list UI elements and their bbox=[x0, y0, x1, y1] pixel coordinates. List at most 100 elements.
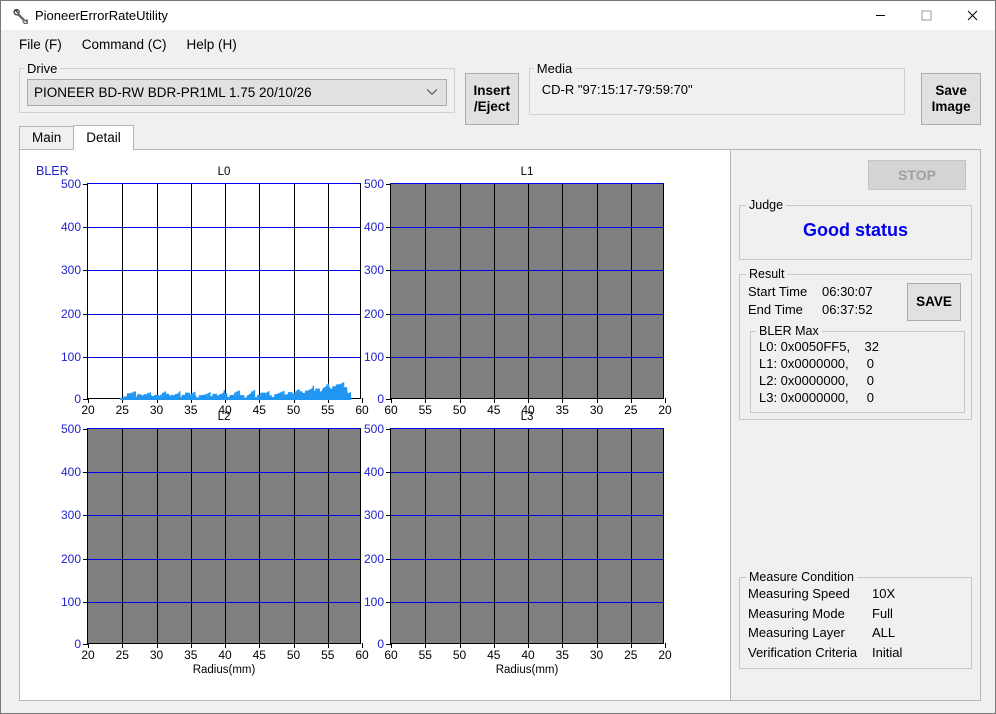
top-toolbar: Drive PIONEER BD-RW BDR-PR1ML 1.75 20/10… bbox=[1, 57, 995, 125]
bler-max-row-l1: L1: 0x0000000, 0 bbox=[759, 356, 874, 372]
y-tick-label: 300 bbox=[363, 263, 384, 278]
tab-main[interactable]: Main bbox=[19, 126, 75, 149]
x-tick-label: 20 bbox=[81, 648, 95, 662]
chart-l3: L3 0 100 200 300 400 500 60 55 50 45 40 35 30 25 20 Radi… bbox=[364, 411, 672, 676]
measuring-layer-row: Measuring Layer ALL bbox=[740, 623, 971, 643]
result-body: Start Time 06:30:07 End Time 06:37:52 SA… bbox=[740, 281, 971, 414]
y-tick-label: 100 bbox=[363, 349, 384, 364]
y-tick-mark bbox=[386, 515, 391, 517]
measuring-layer-label: Measuring Layer bbox=[748, 625, 845, 640]
x-tick-label: 55 bbox=[321, 648, 335, 662]
y-tick-mark bbox=[386, 558, 391, 560]
x-tick-mark bbox=[293, 643, 295, 648]
x-tick-mark bbox=[88, 643, 89, 648]
minimize-button[interactable] bbox=[857, 1, 903, 31]
x-tick-label: 40 bbox=[218, 648, 232, 662]
chart-l0: L0 0 100 200 300 400 500 20 25 30 35 40 45 50 55 60 bbox=[61, 166, 369, 417]
menu-help[interactable]: Help (H) bbox=[179, 34, 249, 55]
x-tick-mark bbox=[459, 398, 461, 403]
measuring-mode-row: Measuring Mode Full bbox=[740, 604, 971, 624]
judge-status: Good status bbox=[802, 220, 908, 240]
close-icon bbox=[967, 10, 977, 21]
gridline-h bbox=[391, 227, 663, 229]
series-l0 bbox=[119, 382, 352, 400]
gridline-v bbox=[425, 184, 427, 398]
y-tick-label: 200 bbox=[60, 306, 81, 321]
chart-title-l0: L0 bbox=[217, 166, 231, 178]
plot-area-l1: 0 100 200 300 400 500 60 55 50 45 40 35 30 25 20 bbox=[364, 177, 672, 417]
plot-area-l3: 0 100 200 300 400 500 60 55 50 45 40 35 30 25 20 bbox=[364, 422, 672, 662]
x-tick-label: 50 bbox=[286, 648, 301, 662]
y-tick-mark bbox=[83, 515, 88, 517]
y-tick-label: 400 bbox=[60, 465, 81, 480]
x-tick-mark bbox=[425, 398, 427, 403]
x-tick-mark bbox=[562, 643, 564, 648]
right-pane: STOP Judge Good status Result Start Time… bbox=[730, 150, 980, 700]
x-tick-label: 20 bbox=[658, 648, 672, 662]
x-tick-mark bbox=[665, 643, 666, 648]
x-tick-label: 60 bbox=[355, 648, 369, 662]
chart-title-l1: L1 bbox=[520, 166, 534, 178]
x-tick-mark bbox=[122, 643, 124, 648]
x-tick-mark bbox=[596, 398, 598, 403]
drive-select[interactable]: PIONEER BD-RW BDR-PR1ML 1.75 20/10/26 bbox=[27, 79, 447, 106]
save-button[interactable]: SAVE bbox=[907, 283, 961, 321]
end-time-label: End Time bbox=[748, 301, 803, 317]
y-tick-label: 300 bbox=[363, 508, 384, 523]
bler-axis-title: BLER bbox=[36, 164, 69, 178]
measuring-speed-row: Measuring Speed 10X bbox=[740, 584, 971, 604]
gridline-v bbox=[630, 429, 632, 643]
y-tick-label: 200 bbox=[363, 306, 384, 321]
gridline-v bbox=[459, 429, 461, 643]
gridline-v bbox=[225, 429, 226, 643]
gridline-v bbox=[493, 184, 495, 398]
measure-condition-group: Measure Condition Measuring Speed 10X Me… bbox=[739, 570, 972, 669]
y-tick-mark bbox=[83, 429, 88, 430]
gridline-h bbox=[88, 601, 360, 603]
y-tick-mark bbox=[83, 472, 88, 474]
measuring-mode-label: Measuring Mode bbox=[748, 605, 845, 621]
measure-condition-legend: Measure Condition bbox=[749, 570, 854, 584]
x-tick-mark bbox=[665, 398, 666, 403]
y-tick-label: 0 bbox=[377, 392, 384, 406]
x-tick-mark bbox=[493, 643, 495, 648]
menu-bar: File (F) Command (C) Help (H) bbox=[1, 31, 995, 57]
bler-max-legend: BLER Max bbox=[759, 324, 819, 339]
bler-max-group: BLER Max L0: 0x0050FF5, 32 L1: 0x0000000… bbox=[750, 324, 965, 414]
x-tick-mark bbox=[528, 398, 529, 403]
close-button[interactable] bbox=[949, 1, 995, 31]
maximize-button[interactable] bbox=[903, 1, 949, 31]
bler-max-row-l3: L3: 0x0000000, 0 bbox=[759, 390, 874, 406]
tab-detail[interactable]: Detail bbox=[73, 125, 134, 150]
stop-button[interactable]: STOP bbox=[868, 160, 966, 190]
x-tick-mark bbox=[528, 643, 529, 648]
x-tick-label: 55 bbox=[418, 648, 432, 662]
menu-command[interactable]: Command (C) bbox=[74, 34, 179, 55]
x-tick-mark bbox=[562, 398, 564, 403]
gridline-h bbox=[391, 472, 663, 474]
window-title: PioneerErrorRateUtility bbox=[35, 8, 168, 23]
gridline-h bbox=[391, 313, 663, 315]
y-tick-mark bbox=[386, 429, 391, 430]
save-image-line1: Save bbox=[935, 83, 967, 99]
y-tick-label: 200 bbox=[60, 551, 81, 566]
save-button-label: SAVE bbox=[916, 294, 952, 310]
y-tick-label: 100 bbox=[60, 594, 81, 609]
y-tick-label: 0 bbox=[74, 637, 81, 651]
x-tick-label: 45 bbox=[252, 648, 266, 662]
insert-eject-button[interactable]: Insert /Eject bbox=[465, 73, 519, 125]
x-tick-mark bbox=[391, 398, 392, 403]
menu-file[interactable]: File (F) bbox=[11, 34, 74, 55]
media-legend: Media bbox=[536, 61, 573, 76]
judge-group: Judge Good status bbox=[739, 198, 972, 260]
save-image-button[interactable]: Save Image bbox=[921, 73, 981, 125]
x-tick-label: 25 bbox=[115, 648, 129, 662]
drive-legend: Drive bbox=[27, 61, 58, 76]
tab-strip: Main Detail bbox=[1, 125, 995, 150]
y-tick-mark bbox=[386, 184, 391, 185]
verification-criteria-label: Verification Criteria bbox=[748, 644, 858, 660]
y-tick-label: 100 bbox=[363, 594, 384, 609]
x-tick-label: 45 bbox=[487, 648, 501, 662]
x-tick-mark bbox=[259, 643, 261, 648]
detail-panel: BLER L0 0 100 200 300 400 500 20 25 30 35 40 45 50 55 6… bbox=[19, 149, 981, 701]
